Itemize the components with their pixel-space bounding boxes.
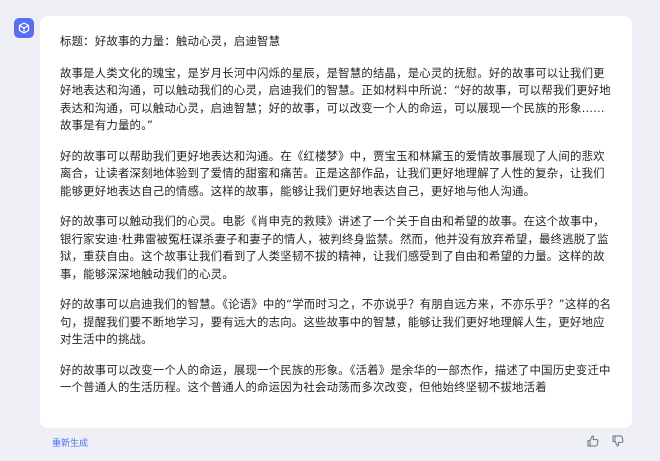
essay-paragraph: 好的故事可以改变一个人的命运，展现一个民族的形象。《活着》是余华的一部杰作，描述… xyxy=(60,362,611,395)
assistant-avatar xyxy=(14,18,34,38)
assistant-message-card: 标题：好故事的力量：触动心灵，启迪智慧 故事是人类文化的瑰宝，是岁月长河中闪烁的… xyxy=(40,16,632,428)
regenerate-button[interactable]: 重新生成 xyxy=(52,436,88,449)
essay-paragraph: 好的故事可以触动我们的心灵。电影《肖申克的救赎》讲述了一个关于自由和希望的故事。… xyxy=(60,214,609,281)
essay-title: 标题：好故事的力量：触动心灵，启迪智慧 xyxy=(60,34,281,48)
thumbs-down-icon[interactable] xyxy=(611,433,625,447)
thumbs-up-icon[interactable] xyxy=(586,433,600,447)
essay-paragraph: 故事是人类文化的瑰宝，是岁月长河中闪烁的星辰，是智慧的结晶，是心灵的抚慰。好的故… xyxy=(60,65,611,133)
bot-cube-icon xyxy=(18,19,30,38)
essay-paragraph: 好的故事可以帮助我们更好地表达和沟通。在《红楼梦》中，贾宝玉和林黛玉的爱情故事展… xyxy=(60,148,605,198)
essay-paragraph: 好的故事可以启迪我们的智慧。《论语》中的“学而时习之，不亦说乎？有朋自远方来，不… xyxy=(60,297,612,346)
